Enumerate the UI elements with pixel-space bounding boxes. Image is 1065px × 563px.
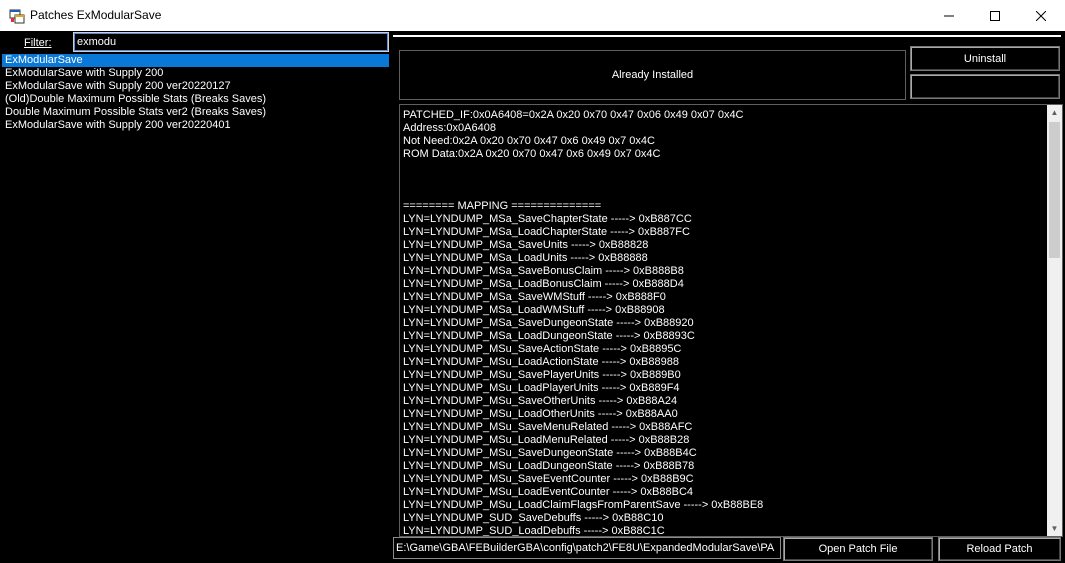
patch-list-item[interactable]: ExModularSave with Supply 200 ver2022012… [2,80,389,93]
log-line: LYN=LYNDUMP_MSu_LoadPlayerUnits -----> 0… [403,382,680,394]
divider [393,35,1061,45]
scroll-down-arrow-icon[interactable]: ▼ [1047,521,1062,536]
log-line: LYN=LYNDUMP_MSa_LoadUnits -----> 0xB8888… [403,252,648,264]
log-line: LYN=LYNDUMP_MSa_SaveBonusClaim -----> 0x… [403,265,684,277]
install-status: Already Installed [399,50,906,100]
minimize-button[interactable] [926,0,972,31]
filter-label: Filter: [24,37,52,49]
log-line: LYN=LYNDUMP_SUD_LoadDebuffs -----> 0xB88… [403,525,665,537]
patch-path-field[interactable]: E:\Game\GBA\FEBuilderGBA\config\patch2\F… [393,537,781,559]
log-line: LYN=LYNDUMP_MSa_LoadDungeonState -----> … [403,330,695,342]
log-line: LYN=LYNDUMP_MSa_SaveDungeonState -----> … [403,317,694,329]
maximize-icon [990,10,1000,21]
patch-info-text: PATCHED_IF:0x0A6408=0x2A 0x20 0x70 0x47 … [403,109,1043,537]
patch-list-item[interactable]: Double Maximum Possible Stats ver2 (Brea… [2,106,389,119]
log-line: LYN=LYNDUMP_SUD_SaveDebuffs -----> 0xB88… [403,512,664,524]
patch-list-item[interactable]: ExModularSave [2,54,389,67]
patch-list-item[interactable]: ExModularSave with Supply 200 [2,67,389,80]
minimize-icon [944,15,954,16]
close-button[interactable] [1018,0,1064,31]
reload-patch-button[interactable]: Reload Patch [938,537,1061,561]
log-line: LYN=LYNDUMP_MSu_LoadDungeonState -----> … [403,460,695,472]
log-line: LYN=LYNDUMP_MSa_LoadChapterState -----> … [403,226,690,238]
log-line: ======== MAPPING ============== [403,200,602,212]
log-line: LYN=LYNDUMP_MSu_LoadActionState -----> 0… [403,356,679,368]
scroll-up-arrow-icon[interactable]: ▲ [1047,105,1062,120]
log-line: LYN=LYNDUMP_MSu_SaveOtherUnits -----> 0x… [403,395,678,407]
log-line: LYN=LYNDUMP_MSu_SavePlayerUnits -----> 0… [403,369,681,381]
patch-list[interactable]: ExModularSave ExModularSave with Supply … [2,54,389,132]
scroll-thumb[interactable] [1049,122,1060,258]
left-panel: Filter: exmodu ExModularSave ExModularSa… [0,31,391,563]
log-line: LYN=LYNDUMP_MSu_LoadClaimFlagsFromParent… [403,499,764,511]
uninstall-button[interactable]: Uninstall [910,46,1060,71]
log-line: LYN=LYNDUMP_MSu_LoadOtherUnits -----> 0x… [403,408,678,420]
log-line: PATCHED_IF:0x0A6408=0x2A 0x20 0x70 0x47 … [403,109,744,121]
log-line: LYN=LYNDUMP_MSa_SaveWMStuff -----> 0xB88… [403,291,666,303]
log-line: LYN=LYNDUMP_MSa_LoadBonusClaim -----> 0x… [403,278,684,290]
log-line: LYN=LYNDUMP_MSu_LoadMenuRelated -----> 0… [403,434,690,446]
title-bar: Patches ExModularSave [0,0,1065,31]
patch-info-textbox[interactable]: PATCHED_IF:0x0A6408=0x2A 0x20 0x70 0x47 … [399,104,1063,537]
patch-list-item[interactable]: ExModularSave with Supply 200 ver2022040… [2,119,389,132]
log-line: LYN=LYNDUMP_MSu_SaveEventCounter -----> … [403,473,694,485]
maximize-button[interactable] [972,0,1018,31]
log-line: Not Need:0x2A 0x20 0x70 0x47 0x6 0x49 0x… [403,135,655,147]
window-title: Patches ExModularSave [30,8,162,22]
log-line: LYN=LYNDUMP_MSu_SaveMenuRelated -----> 0… [403,421,693,433]
log-line: LYN=LYNDUMP_MSa_SaveUnits -----> 0xB8882… [403,239,649,251]
app-window-icon [9,9,25,24]
blank-button[interactable] [910,74,1060,99]
log-line: LYN=LYNDUMP_MSa_LoadWMStuff -----> 0xB88… [403,304,665,316]
log-line: LYN=LYNDUMP_MSa_SaveChapterState -----> … [403,213,692,225]
log-line: LYN=LYNDUMP_MSu_SaveActionState -----> 0… [403,343,682,355]
close-icon [1036,10,1046,21]
filter-input[interactable]: exmodu [73,32,389,52]
log-line: ROM Data:0x2A 0x20 0x70 0x47 0x6 0x49 0x… [403,148,661,160]
open-patch-file-button[interactable]: Open Patch File [783,537,933,561]
patch-list-item[interactable]: (Old)Double Maximum Possible Stats (Brea… [2,93,389,106]
vertical-scrollbar[interactable]: ▲ ▼ [1047,105,1062,536]
log-line: Address:0x0A6408 [403,122,496,134]
log-line: LYN=LYNDUMP_MSu_LoadEventCounter -----> … [403,486,694,498]
log-line: LYN=LYNDUMP_MSu_SaveDungeonState -----> … [403,447,697,459]
